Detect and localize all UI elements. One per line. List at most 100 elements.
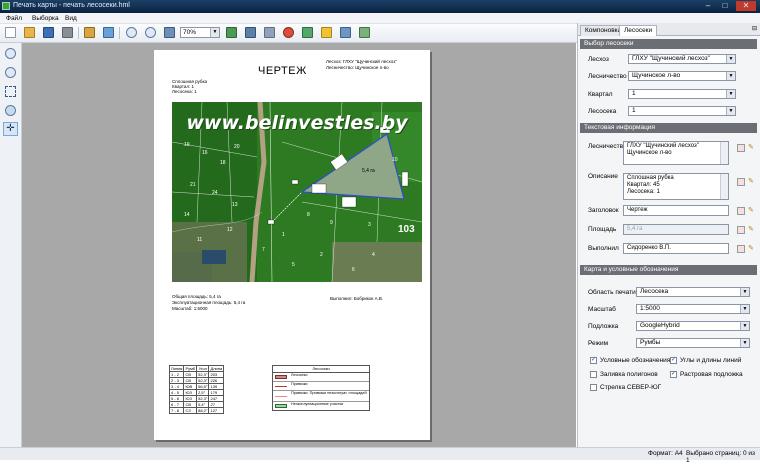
zoom-in-icon[interactable] bbox=[5, 48, 16, 59]
section-text-info: Текстовая информация bbox=[580, 123, 757, 133]
scale-bar-icon[interactable] bbox=[264, 27, 275, 38]
table-row: 7 - 8 СЗ 88,2° 127 bbox=[168, 407, 225, 414]
opisanie-textarea[interactable]: Сплошная рубка Квартал: 45 Лесосека: 1 bbox=[623, 173, 729, 200]
align-tool-icon[interactable] bbox=[84, 27, 95, 38]
map-label: 20 bbox=[234, 144, 240, 150]
zoom-out-icon[interactable] bbox=[145, 27, 156, 38]
bearing-table: Линия Румб Угол Длина 1 - 2 СВ 52,3° 203 2 … bbox=[168, 365, 225, 414]
style-icon[interactable] bbox=[737, 226, 745, 234]
legend-label: Неэксплуатационные участки bbox=[291, 402, 344, 406]
brush-icon[interactable]: ✎ bbox=[748, 226, 756, 234]
north-arrow-icon[interactable] bbox=[283, 27, 294, 38]
style-icon[interactable] bbox=[737, 245, 745, 253]
area-total: Общая площадь: 5,4 га bbox=[172, 294, 221, 299]
scrollbar[interactable] bbox=[720, 142, 728, 164]
basemap-select[interactable]: GoogleHybrid ▼ bbox=[636, 321, 750, 331]
brush-icon[interactable]: ✎ bbox=[748, 178, 756, 186]
north-arrow-checkbox[interactable] bbox=[590, 384, 597, 391]
checkbox-label: Условные обозначения bbox=[600, 357, 671, 364]
menu-view[interactable]: Вид bbox=[65, 15, 77, 22]
new-document-icon[interactable] bbox=[5, 27, 16, 38]
title-bar: Печать карты - печать лесосеки.hml – □ ✕ bbox=[0, 0, 760, 13]
field-label: Область печати bbox=[588, 289, 636, 296]
export-icon[interactable] bbox=[359, 27, 370, 38]
cutting-area-label: 5,4 га bbox=[362, 168, 375, 174]
style-icon[interactable] bbox=[737, 207, 745, 215]
legend-swatch bbox=[275, 404, 287, 408]
fill-polygons-checkbox[interactable] bbox=[590, 371, 597, 378]
chevron-down-icon[interactable]: ▼ bbox=[726, 72, 735, 80]
text-tool-icon[interactable] bbox=[321, 27, 332, 38]
lesnichestvo-textarea[interactable]: ГЛХУ "Щучинский лесхоз" Щучинское л-во bbox=[623, 141, 729, 165]
leshoz-select[interactable]: ГЛХУ "Щучинский лесхоз" ▼ bbox=[628, 54, 736, 64]
field-label: Лесничество bbox=[588, 73, 627, 80]
legend-row: Лесосеки bbox=[273, 373, 369, 382]
lesnichestvo-line: Лесничество: Щучинское л-во bbox=[326, 65, 389, 70]
legend-icon[interactable] bbox=[302, 27, 313, 38]
image-tool-icon[interactable] bbox=[340, 27, 351, 38]
tab-cutting-areas[interactable]: Лесосеки bbox=[619, 25, 658, 36]
style-icon[interactable] bbox=[737, 178, 745, 186]
chevron-down-icon[interactable]: ▼ bbox=[726, 55, 735, 63]
field-label: Заголовок bbox=[588, 207, 619, 214]
select-value: Лесосека bbox=[640, 288, 669, 295]
raster-basemap-checkbox[interactable]: ✓ bbox=[670, 371, 677, 378]
minimize-button[interactable]: – bbox=[700, 1, 716, 11]
maximize-button[interactable]: □ bbox=[717, 1, 733, 11]
print-area-select[interactable]: Лесосека ▼ bbox=[636, 287, 750, 297]
chevron-down-icon[interactable]: ▼ bbox=[726, 107, 735, 115]
chevron-down-icon[interactable]: ▼ bbox=[740, 339, 749, 347]
map-label: 7 bbox=[262, 247, 265, 253]
zoom-extent-icon[interactable] bbox=[5, 86, 16, 97]
legend-checkbox[interactable]: ✓ bbox=[590, 357, 597, 364]
chevron-down-icon[interactable]: ▼ bbox=[740, 288, 749, 296]
brush-icon[interactable]: ✎ bbox=[748, 245, 756, 253]
zoom-in-icon[interactable] bbox=[126, 27, 137, 38]
chevron-down-icon[interactable]: ▼ bbox=[210, 28, 219, 37]
kvartal-select[interactable]: 1 ▼ bbox=[628, 89, 736, 99]
mode-select[interactable]: Румбы ▼ bbox=[636, 338, 750, 348]
toolbar-separator bbox=[119, 27, 120, 39]
fit-page-icon[interactable] bbox=[164, 27, 175, 38]
print-icon[interactable] bbox=[62, 27, 73, 38]
grid-table-icon[interactable] bbox=[245, 27, 256, 38]
map-layer-icon[interactable] bbox=[226, 27, 237, 38]
scrollbar[interactable] bbox=[720, 174, 728, 199]
select-value: 1 bbox=[632, 90, 636, 97]
ploshad-input[interactable]: 5,4 га bbox=[623, 224, 729, 235]
map-label: 1 bbox=[282, 232, 285, 238]
save-icon[interactable] bbox=[43, 27, 54, 38]
map-label: 18 bbox=[220, 160, 226, 166]
chevron-down-icon[interactable]: ▼ bbox=[740, 322, 749, 330]
legend-box: Лесосеки Лесосеки Привязки Привязки. При… bbox=[272, 365, 370, 411]
watermark-text: www.belinvestles.by bbox=[186, 112, 408, 134]
angles-lengths-checkbox[interactable]: ✓ bbox=[670, 357, 677, 364]
lesoseka-select[interactable]: 1 ▼ bbox=[628, 106, 736, 116]
zoom-selection-icon[interactable] bbox=[5, 105, 16, 116]
chevron-down-icon[interactable]: ▼ bbox=[740, 305, 749, 313]
legend-row: Неэксплуатационные участки bbox=[273, 402, 369, 410]
menu-selection[interactable]: Выборка bbox=[32, 15, 59, 22]
page-setup-icon[interactable] bbox=[103, 27, 114, 38]
zagolovok-input[interactable]: Чертеж bbox=[623, 205, 729, 216]
section-select: Выбор лесосеки bbox=[580, 39, 757, 49]
brush-icon[interactable]: ✎ bbox=[748, 207, 756, 215]
menu-file[interactable]: Файл bbox=[6, 15, 22, 22]
close-button[interactable]: ✕ bbox=[736, 1, 756, 11]
pan-tool-icon[interactable]: ✛ bbox=[3, 122, 18, 136]
pin-icon[interactable]: ⊟ bbox=[752, 25, 757, 32]
status-selected-pages: Выбрано страниц: 0 из 1 bbox=[686, 450, 756, 464]
vypolnil-input[interactable]: Сидоренко В.П. bbox=[623, 243, 729, 254]
select-value: 1:5000 bbox=[640, 305, 660, 312]
map-label-103: 103 bbox=[398, 224, 415, 235]
lesnichestvo-select[interactable]: Щучинское л-во ▼ bbox=[628, 71, 736, 81]
left-tool-strip: ✛ bbox=[0, 43, 22, 447]
zoom-out-icon[interactable] bbox=[5, 67, 16, 78]
cell: 52,3° bbox=[196, 371, 210, 378]
scale-select[interactable]: 1:5000 ▼ bbox=[636, 304, 750, 314]
brush-icon[interactable]: ✎ bbox=[748, 144, 756, 152]
chevron-down-icon[interactable]: ▼ bbox=[726, 90, 735, 98]
style-icon[interactable] bbox=[737, 144, 745, 152]
open-folder-icon[interactable] bbox=[24, 27, 35, 38]
zoom-select[interactable]: 70% ▼ bbox=[180, 27, 220, 38]
